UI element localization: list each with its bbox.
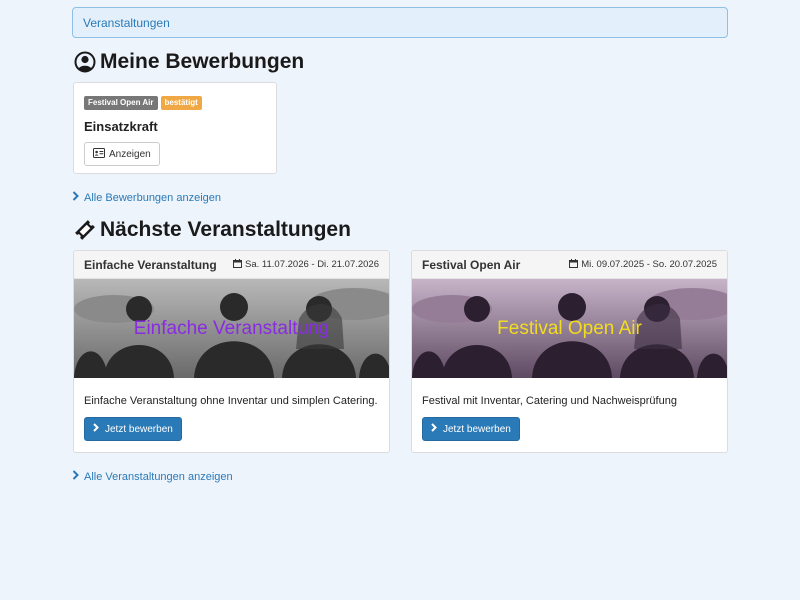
- event-image: Einfache Veranstaltung: [74, 279, 389, 378]
- my-applications-heading: Meine Bewerbungen: [74, 50, 304, 74]
- event-image: Festival Open Air: [412, 279, 727, 378]
- next-events-heading: Nächste Veranstaltungen: [74, 218, 351, 242]
- event-card-header: Einfache Veranstaltung Sa. 11.07.2026 - …: [74, 251, 389, 279]
- event-badge: Festival Open Air: [84, 96, 158, 110]
- user-circle-icon: [74, 51, 96, 73]
- apply-button-label: Jetzt bewerben: [443, 423, 511, 435]
- apply-button-label: Jetzt bewerben: [105, 423, 173, 435]
- chevron-right-icon: [431, 423, 437, 435]
- application-role: Einsatzkraft: [84, 119, 158, 134]
- chevron-right-icon: [72, 470, 79, 483]
- status-badge: bestätigt: [160, 96, 202, 110]
- view-application-button[interactable]: Anzeigen: [84, 142, 160, 166]
- calendar-icon: [569, 258, 579, 271]
- event-name: Einfache Veranstaltung: [84, 257, 217, 272]
- event-dates-text: Sa. 11.07.2026 - Di. 21.07.2026: [245, 259, 379, 270]
- chevron-right-icon: [93, 423, 99, 435]
- event-card-header: Festival Open Air Mi. 09.07.2025 - So. 2…: [412, 251, 727, 279]
- chevron-right-icon: [72, 191, 79, 204]
- show-all-events-label: Alle Veranstaltungen anzeigen: [84, 470, 233, 483]
- application-card: Festival Open Air bestätigt Einsatzkraft…: [73, 82, 277, 174]
- my-applications-title: Meine Bewerbungen: [100, 50, 305, 73]
- show-all-applications-label: Alle Bewerbungen anzeigen: [84, 191, 221, 204]
- id-card-icon: [93, 147, 105, 161]
- event-card: Festival Open Air Mi. 09.07.2025 - So. 2…: [411, 250, 728, 453]
- calendar-icon: [233, 258, 243, 271]
- event-image-title: Einfache Veranstaltung: [133, 317, 330, 339]
- apply-button[interactable]: Jetzt bewerben: [84, 417, 182, 441]
- breadcrumb[interactable]: Veranstaltungen: [72, 7, 728, 38]
- event-description: Festival mit Inventar, Catering und Nach…: [422, 395, 677, 407]
- next-events-title: Nächste Veranstaltungen: [100, 218, 351, 241]
- show-all-events-link[interactable]: Alle Veranstaltungen anzeigen: [72, 470, 233, 483]
- event-card: Einfache Veranstaltung Sa. 11.07.2026 - …: [73, 250, 390, 453]
- event-name: Festival Open Air: [422, 257, 521, 272]
- event-dates-text: Mi. 09.07.2025 - So. 20.07.2025: [581, 259, 717, 270]
- ticket-icon: [74, 219, 96, 241]
- application-badges: Festival Open Air bestätigt: [84, 96, 266, 110]
- view-application-label: Anzeigen: [109, 148, 151, 160]
- event-description: Einfache Veranstaltung ohne Inventar und…: [84, 395, 378, 407]
- show-all-applications-link[interactable]: Alle Bewerbungen anzeigen: [72, 191, 221, 204]
- event-dates: Mi. 09.07.2025 - So. 20.07.2025: [569, 258, 717, 271]
- event-dates: Sa. 11.07.2026 - Di. 21.07.2026: [233, 258, 379, 271]
- apply-button[interactable]: Jetzt bewerben: [422, 417, 520, 441]
- breadcrumb-item-events[interactable]: Veranstaltungen: [83, 16, 170, 30]
- event-image-title: Festival Open Air: [497, 317, 642, 339]
